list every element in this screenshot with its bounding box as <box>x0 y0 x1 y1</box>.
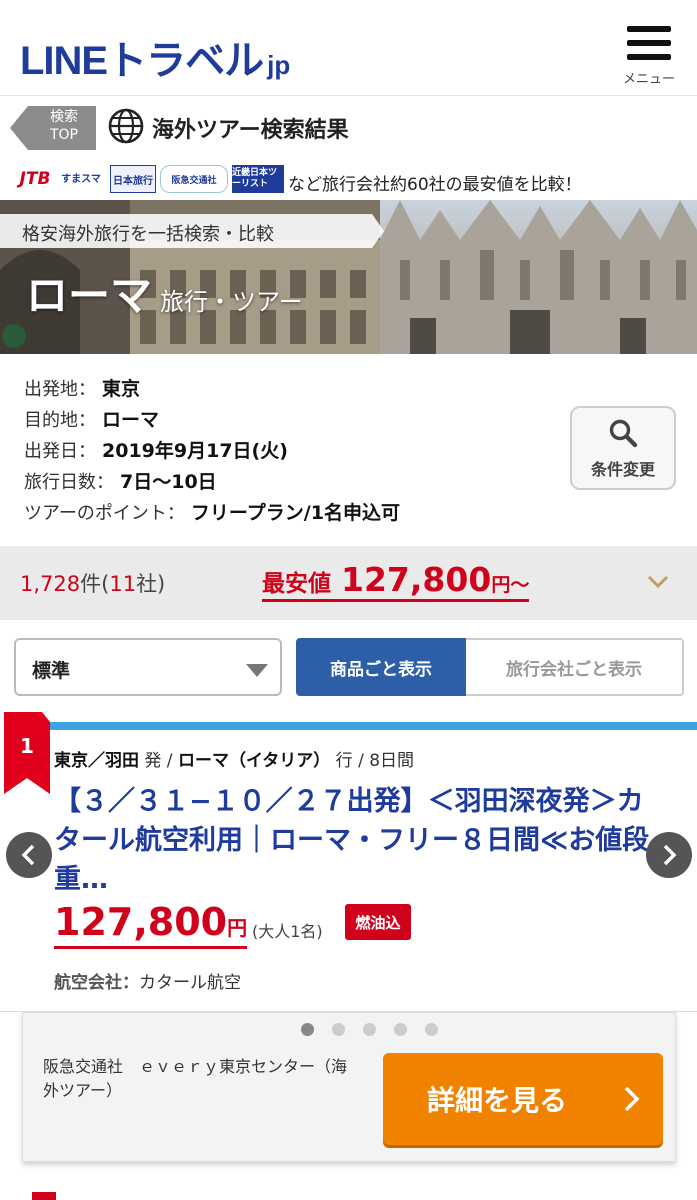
back-label-line2: TOP <box>49 127 78 143</box>
tour-price-unit: 円 <box>227 916 248 940</box>
tab-by-company[interactable]: 旅行会社ごと表示 <box>466 638 684 696</box>
lowest-price: 最安値 127,800円〜 <box>262 560 530 602</box>
departure-value: 東京 <box>102 378 141 400</box>
lowest-price-amount: 127,800 <box>341 560 492 599</box>
route-from: 東京／羽田 <box>54 751 139 771</box>
rank-number: 1 <box>20 734 34 758</box>
lowest-price-label: 最安値 <box>262 571 331 597</box>
point-row: ツアーのポイント： フリープラン/1名申込可 <box>24 498 400 525</box>
dropdown-arrow-icon <box>246 664 268 677</box>
chevron-right-icon <box>624 1086 640 1112</box>
page-title: 海外ツアー検索結果 <box>152 118 349 143</box>
tour-price-amount: 127,800 <box>54 900 228 944</box>
menu-button[interactable]: メニュー <box>619 22 679 88</box>
carousel-prev-button[interactable] <box>6 832 52 878</box>
airline-row: 航空会社：カタール航空 <box>54 968 241 993</box>
company-count-number: 11 <box>109 572 137 596</box>
breadcrumb: 検索 TOP 海外ツアー検索結果 <box>0 96 697 160</box>
airline-label: 航空会社： <box>54 973 139 993</box>
days-row: 旅行日数： 7日〜10日 <box>24 467 217 494</box>
hero-title: ローマ 旅行・ツアー <box>26 262 303 323</box>
carousel-next-button[interactable] <box>646 832 692 878</box>
carousel-dot[interactable] <box>425 1023 438 1036</box>
departure-row: 出発地： 東京 <box>24 374 140 401</box>
sort-row: 標準 商品ごと表示 旅行会社ごと表示 <box>0 636 697 700</box>
route-from-suffix: 発 / <box>139 751 178 771</box>
tour-route: 東京／羽田 発 / ローマ（イタリア） 行 / 8日間 <box>54 746 414 771</box>
date-row: 出発日： 2019年9月17日(火) <box>24 436 288 463</box>
change-conditions-button[interactable]: 条件変更 <box>570 406 676 490</box>
days-label: 旅行日数： <box>24 472 114 493</box>
carousel-dots <box>301 1023 451 1037</box>
card-top-border <box>30 722 697 730</box>
view-details-button[interactable]: 詳細を見る <box>383 1053 663 1145</box>
search-top-back-button[interactable]: 検索 TOP <box>10 106 96 150</box>
result-summary-bar[interactable]: 1,728件(11社) 最安値 127,800円〜 <box>0 546 697 620</box>
line-travel-logo[interactable]: LINEトラベル jp <box>20 28 291 83</box>
departure-label: 出発地： <box>24 379 96 400</box>
carousel-dot[interactable] <box>301 1023 314 1036</box>
hero-destination: ローマ <box>26 271 153 320</box>
point-label: ツアーのポイント： <box>24 503 185 524</box>
carousel-dot[interactable] <box>332 1023 345 1036</box>
globe-icon <box>108 108 144 144</box>
hero-title-suffix: 旅行・ツアー <box>160 288 303 316</box>
carousel-dot[interactable] <box>363 1023 376 1036</box>
sort-select[interactable]: 標準 <box>14 638 282 696</box>
destination-row: 目的地： ローマ <box>24 405 159 432</box>
tab-by-product[interactable]: 商品ごと表示 <box>296 638 466 696</box>
app-header: LINEトラベル jp メニュー <box>0 0 697 96</box>
hero-tagline-text: 格安海外旅行を一括検索・比較 <box>22 224 274 245</box>
agency-name: 阪急交通社 ｅｖｅｒｙ東京センター（海外ツアー） <box>43 1057 348 1100</box>
tour-title-link[interactable]: 【３／３１−１０／２７出発】＜羽田深夜発＞カタール航空利用｜ローマ・フリー８日間… <box>54 782 654 899</box>
rank-ribbon: 1 <box>4 712 50 794</box>
point-value: フリープラン/1名申込可 <box>190 502 400 524</box>
result-count-unit: 件( <box>80 572 110 596</box>
carousel-dot[interactable] <box>394 1023 407 1036</box>
route-to: ローマ（イタリア） <box>177 751 331 771</box>
hamburger-icon <box>627 26 671 60</box>
next-rank-ribbon <box>32 1192 56 1200</box>
cathedral-image <box>380 200 697 354</box>
route-to-suffix: 行 / 8日間 <box>330 751 415 771</box>
view-details-label: 詳細を見る <box>427 1084 568 1117</box>
back-label-line1: 検索 <box>50 109 78 125</box>
sumasuma-logo: すまスマ <box>61 173 101 185</box>
hankyu-logo: 阪急交通社 <box>160 165 228 193</box>
result-count-number: 1,728 <box>20 572 81 596</box>
hero-tagline: 格安海外旅行を一括検索・比較 <box>0 214 384 248</box>
jtb-logo: JTB <box>19 169 51 189</box>
nippon-ryoko-logo: 日本旅行 <box>110 165 156 193</box>
logo-main-text: LINEトラベル <box>20 39 264 83</box>
date-label: 出発日： <box>24 441 96 462</box>
chevron-down-icon[interactable] <box>646 574 670 590</box>
partner-compare-text: など旅行会社約60社の最安値を比較！ <box>288 175 582 195</box>
kinki-tourist-logo: 近畿日本ツーリスト <box>232 165 284 193</box>
company-count-unit: 社) <box>136 572 166 596</box>
partner-logos-row: JTB すまスマ 日本旅行 阪急交通社 近畿日本ツーリスト など旅行会社約60社… <box>0 162 697 200</box>
search-icon <box>609 419 638 448</box>
destination-value: ローマ <box>102 409 160 431</box>
days-value: 7日〜10日 <box>120 471 217 493</box>
chevron-right-icon <box>663 844 677 866</box>
lowest-price-unit: 円〜 <box>491 574 530 596</box>
price-note: (大人1名) <box>252 922 323 941</box>
date-value: 2019年9月17日(火) <box>102 440 288 462</box>
fuel-included-badge: 燃油込 <box>345 904 411 940</box>
logo-sub-text: jp <box>267 50 291 80</box>
agency-panel: 阪急交通社 ｅｖｅｒｙ東京センター（海外ツアー） 詳細を見る <box>22 1012 676 1162</box>
airline-value: カタール航空 <box>139 973 241 993</box>
change-conditions-label: 条件変更 <box>590 460 655 479</box>
sort-selected-value: 標準 <box>32 660 71 682</box>
chevron-left-icon <box>21 844 35 866</box>
hero-banner: 格安海外旅行を一括検索・比較 ローマ 旅行・ツアー <box>0 200 697 354</box>
result-count: 1,728件(11社) <box>20 568 165 598</box>
tour-price: 127,800円 <box>54 900 248 949</box>
destination-label: 目的地： <box>24 410 96 431</box>
search-conditions: 出発地： 東京 目的地： ローマ 出発日： 2019年9月17日(火) 旅行日数： 7日… <box>0 354 697 546</box>
menu-label: メニュー <box>622 72 675 87</box>
